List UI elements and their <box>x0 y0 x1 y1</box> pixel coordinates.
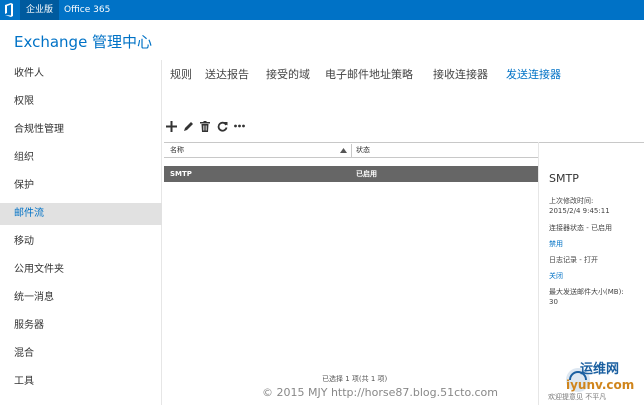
sidebar-item-public-folders[interactable]: 公用文件夹 <box>0 259 162 281</box>
tab-email-address-policies[interactable]: 电子邮件地址策略 <box>325 66 413 82</box>
divider <box>539 142 644 143</box>
sidebar-item-recipients[interactable]: 收件人 <box>0 63 162 85</box>
column-divider <box>351 144 352 157</box>
max-size-value: 30 <box>549 298 558 306</box>
page-title: Exchange 管理中心 <box>14 33 153 51</box>
sidebar-item-hybrid[interactable]: 混合 <box>0 343 162 365</box>
grid-header: 名称 状态 <box>164 142 538 158</box>
sidebar-item-compliance[interactable]: 合规性管理 <box>0 119 162 141</box>
tab-rules[interactable]: 规则 <box>170 66 192 82</box>
logging-status: 日志记录 - 打开 <box>549 256 598 264</box>
tab-receive-connectors[interactable]: 接收连接器 <box>433 66 488 82</box>
column-header-status[interactable]: 状态 <box>356 143 370 159</box>
top-bar: 企业版 Office 365 <box>0 0 644 20</box>
sidebar-item-unified-messaging[interactable]: 统一消息 <box>0 287 162 309</box>
sidebar-item-mobile[interactable]: 移动 <box>0 231 162 253</box>
sidebar-item-permissions[interactable]: 权限 <box>0 91 162 113</box>
office-logo-icon[interactable] <box>4 3 14 17</box>
sidebar-item-tools[interactable]: 工具 <box>0 371 162 393</box>
connector-status: 连接器状态 - 已启用 <box>549 224 612 232</box>
close-logging-link[interactable]: 关闭 <box>549 271 563 281</box>
tab-delivery-reports[interactable]: 送达报告 <box>205 66 249 82</box>
more-icon[interactable] <box>232 118 246 134</box>
refresh-icon[interactable] <box>215 118 229 134</box>
sort-ascending-icon[interactable] <box>340 147 347 155</box>
delete-icon[interactable] <box>198 118 212 134</box>
tab-send-connectors[interactable]: 发送连接器 <box>506 66 561 82</box>
max-size-label: 最大发送邮件大小(MB): <box>549 288 624 296</box>
watermark-site-domain: iyunv.com <box>566 378 635 392</box>
sidebar: 收件人 权限 合规性管理 组织 保护 邮件流 移动 公用文件夹 统一消息 服务器… <box>0 60 162 405</box>
modified-label: 上次修改时间: <box>549 197 594 205</box>
cell-status: 已启用 <box>356 170 377 178</box>
selection-count: 已选择 1 项(共 1 项) <box>322 375 388 383</box>
table-row[interactable]: SMTP 已启用 <box>164 166 538 182</box>
add-icon[interactable] <box>164 118 178 134</box>
sidebar-item-mail-flow[interactable]: 邮件流 <box>0 203 162 225</box>
cell-name: SMTP <box>170 170 192 178</box>
watermark-note: 欢迎提意见 不平凡 <box>548 393 607 401</box>
modified-value: 2015/2/4 9:45:11 <box>549 207 610 215</box>
tab-accepted-domains[interactable]: 接受的域 <box>266 66 310 82</box>
tab-edition[interactable]: 企业版 <box>20 0 60 20</box>
sidebar-item-servers[interactable]: 服务器 <box>0 315 162 337</box>
sidebar-item-organization[interactable]: 组织 <box>0 147 162 169</box>
edit-icon[interactable] <box>181 118 195 134</box>
tab-office365[interactable]: Office 365 <box>64 0 110 20</box>
disable-link[interactable]: 禁用 <box>549 239 563 249</box>
details-title: SMTP <box>549 172 579 185</box>
column-header-name[interactable]: 名称 <box>170 143 184 159</box>
copyright-watermark: © 2015 MJY http://horse87.blog.51cto.com <box>262 386 498 399</box>
watermark-site-name: 运维网 <box>580 362 620 377</box>
sidebar-item-protection[interactable]: 保护 <box>0 175 162 197</box>
connector-list: 名称 状态 SMTP 已启用 <box>164 142 538 372</box>
